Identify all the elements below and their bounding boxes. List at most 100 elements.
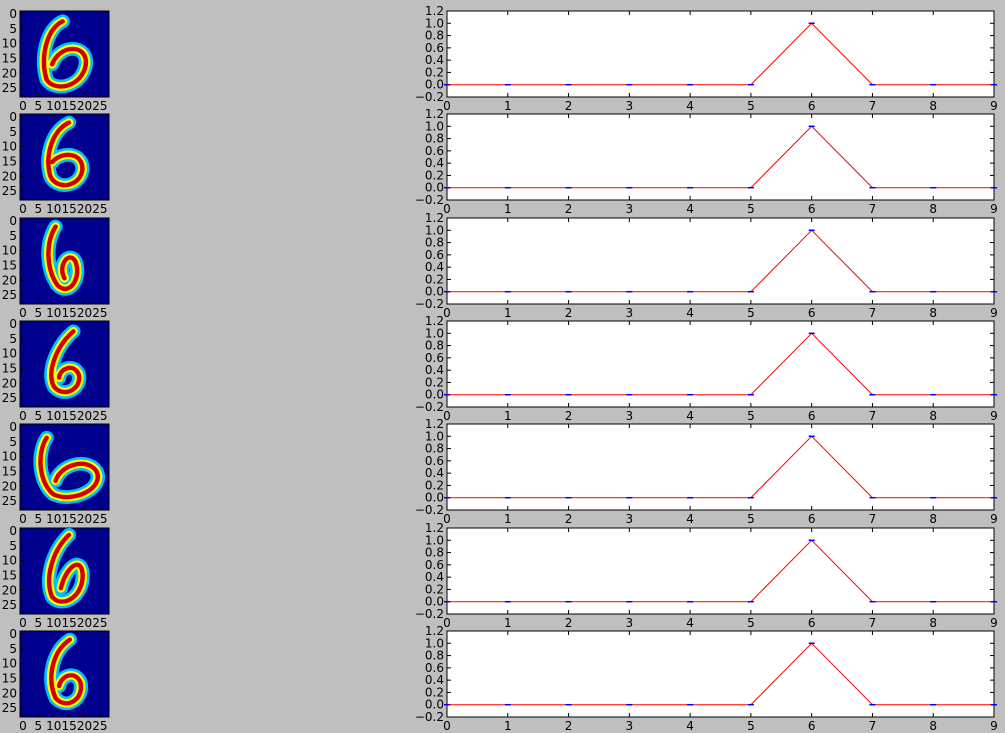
line-xtick-label: 5 [747,719,755,733]
line-xtick-label: 2 [565,202,573,216]
heatmap-xtick-label: 25 [92,512,107,526]
line-xtick-label: 4 [686,99,694,113]
heatmap-xtick-label: 0 [19,616,27,630]
line-ytick-label: 0.4 [425,363,444,377]
heatmap-xtick-label: 25 [92,409,107,423]
heatmap-xtick-label: 20 [77,512,92,526]
line-xtick-label: 0 [443,512,451,526]
heatmap-xtick-label: 10 [46,719,61,733]
line-ytick-label: 0.2 [425,272,444,286]
heatmap-xtick-label: 15 [61,719,76,733]
heatmap-xtick-label: 15 [61,202,76,216]
line-xtick-label: 8 [929,512,937,526]
heatmap-ytick-label: 0 [9,524,17,538]
heatmap-ytick-label: 0 [9,214,17,228]
line-ytick-label: 0.0 [425,78,444,92]
heatmap-xtick-label: 20 [77,202,92,216]
line-xtick-label: 0 [443,719,451,733]
heatmap-ytick-label: 5 [9,229,17,243]
line-ytick-label: 0.8 [425,29,444,43]
line-ytick-label: 1.2 [425,211,444,225]
heatmap-xtick-label: 0 [19,512,27,526]
line-ytick-label: 0.2 [425,168,444,182]
line-ytick-label: 0.6 [425,248,444,262]
line-xtick-label: 1 [504,512,512,526]
line-xtick-label: 9 [990,616,998,630]
line-ytick-label: 0.0 [425,388,444,402]
heatmap-xtick-label: 10 [46,512,61,526]
line-ytick-label: 0.2 [425,582,444,596]
line-xtick-label: 4 [686,409,694,423]
line-xtick-label: 8 [929,719,937,733]
line-ytick-label: 0.6 [425,41,444,55]
line-ytick-label: −0.2 [415,607,444,621]
heatmap-ytick-label: 0 [9,317,17,331]
heatmap-xtick-label: 25 [92,99,107,113]
line-plot-axes [446,217,995,305]
line-xtick-label: 9 [990,99,998,113]
line-xtick-label: 6 [808,306,816,320]
line-xtick-label: 1 [504,616,512,630]
line-xtick-label: 7 [869,409,877,423]
line-ytick-label: 0.2 [425,65,444,79]
line-ytick-label: 1.0 [425,223,444,237]
line-ytick-label: 1.2 [425,107,444,121]
heatmap-ytick-label: 5 [9,539,17,553]
heatmap-ytick-label: 15 [2,568,17,582]
heatmap-xtick-label: 20 [77,616,92,630]
line-ytick-label: 1.0 [425,16,444,30]
heatmap-ytick-label: 10 [2,347,17,361]
line-xtick-label: 8 [929,306,937,320]
line-plot-axes [446,630,995,718]
line-xtick-label: 2 [565,409,573,423]
line-xtick-label: 7 [869,306,877,320]
line-ytick-label: 0.4 [425,53,444,67]
heatmap-xtick-label: 20 [77,409,92,423]
heatmap-xtick-label: 0 [19,99,27,113]
heatmap-xtick-label: 25 [92,719,107,733]
line-xtick-label: 9 [990,306,998,320]
line-xtick-label: 9 [990,719,998,733]
heatmap-xtick-label: 25 [92,616,107,630]
line-xtick-label: 1 [504,719,512,733]
heatmap-ytick-label: 15 [2,258,17,272]
heatmap-ytick-label: 0 [9,627,17,641]
line-xtick-label: 2 [565,306,573,320]
heatmap-ytick-label: 10 [2,554,17,568]
line-ytick-label: 0.6 [425,661,444,675]
line-ytick-label: 0.0 [425,698,444,712]
heatmap-ytick-label: 10 [2,244,17,258]
heatmap-ytick-label: 15 [2,671,17,685]
line-ytick-label: 1.2 [425,314,444,328]
line-xtick-label: 0 [443,306,451,320]
heatmap-xtick-label: 5 [35,512,43,526]
heatmap-ytick-label: 25 [2,701,17,715]
line-ytick-label: 0.6 [425,144,444,158]
line-ytick-label: −0.2 [415,297,444,311]
line-xtick-label: 4 [686,512,694,526]
heatmap-ytick-label: 20 [2,479,17,493]
line-ytick-label: 0.4 [425,260,444,274]
heatmap-ytick-label: 20 [2,686,17,700]
line-xtick-label: 9 [990,409,998,423]
heatmap-xtick-label: 5 [35,306,43,320]
heatmap-xtick-label: 20 [77,99,92,113]
heatmap-xtick-label: 15 [61,616,76,630]
line-xtick-label: 1 [504,306,512,320]
line-xtick-label: 5 [747,306,755,320]
heatmap-xtick-label: 15 [61,409,76,423]
line-ytick-label: 1.0 [425,533,444,547]
line-ytick-label: −0.2 [415,400,444,414]
line-plot-axes [446,527,995,615]
figure: 05101520250 5 10 15 20 25−0.20.00.20.40.60.81… [2,4,998,733]
heatmap-xtick-label: 5 [35,616,43,630]
line-xtick-label: 7 [869,202,877,216]
line-ytick-label: 1.0 [425,429,444,443]
heatmap-ytick-label: 20 [2,273,17,287]
heatmap-xtick-label: 20 [77,719,92,733]
heatmap-ytick-label: 5 [9,435,17,449]
line-xtick-label: 0 [443,616,451,630]
line-xtick-label: 5 [747,616,755,630]
line-ytick-label: 0.6 [425,351,444,365]
line-xtick-label: 5 [747,512,755,526]
